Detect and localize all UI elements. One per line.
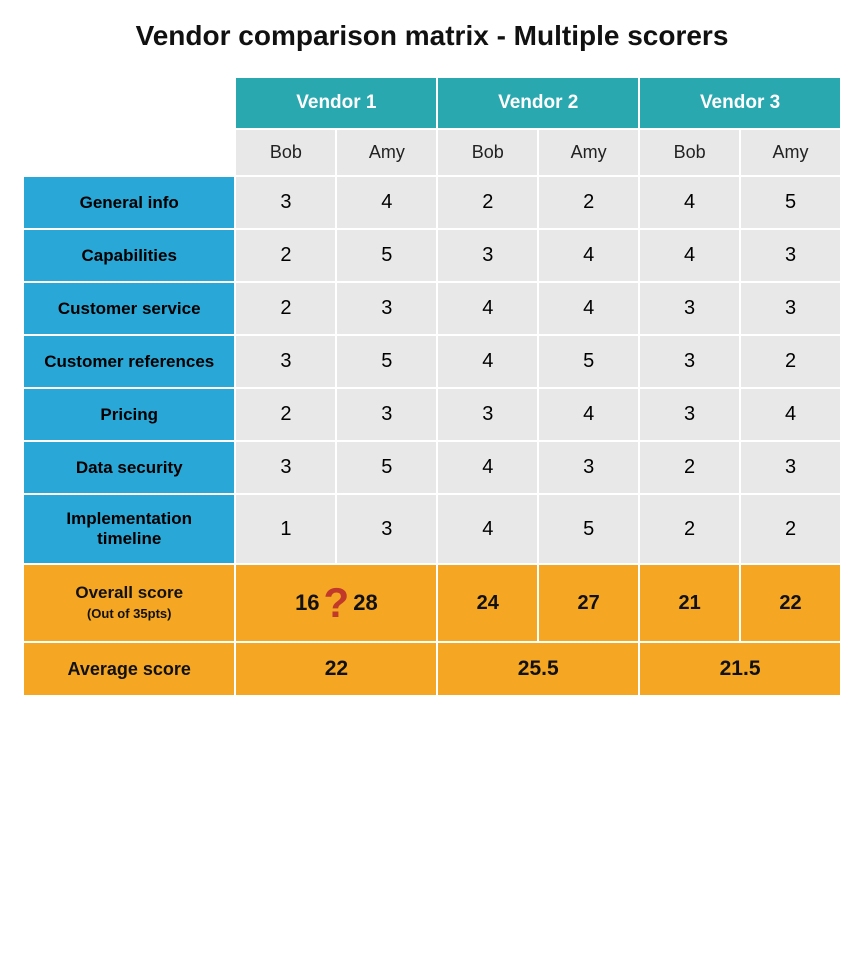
category-label-5: Data security: [23, 441, 235, 494]
empty-scorer: [23, 129, 235, 176]
score-cell-0-2: 2: [437, 176, 538, 229]
score-cell-0-3: 2: [538, 176, 639, 229]
category-label-1: Capabilities: [23, 229, 235, 282]
score-cell-1-2: 3: [437, 229, 538, 282]
overall-v3-1: 22: [740, 564, 841, 642]
score-cell-6-4: 2: [639, 494, 740, 564]
comparison-matrix: Vendor 1 Vendor 2 Vendor 3 Bob Amy Bob A…: [22, 76, 842, 697]
score-cell-5-1: 5: [336, 441, 437, 494]
score-cell-2-2: 4: [437, 282, 538, 335]
score-cell-1-4: 4: [639, 229, 740, 282]
score-cell-0-4: 4: [639, 176, 740, 229]
question-mark-icon: ?: [324, 579, 350, 627]
overall-v1: 16?28: [235, 564, 437, 642]
score-cell-3-5: 2: [740, 335, 841, 388]
category-label-6: Implementation timeline: [23, 494, 235, 564]
score-cell-4-3: 4: [538, 388, 639, 441]
score-cell-3-0: 3: [235, 335, 336, 388]
overall-v2-1: 27: [538, 564, 639, 642]
overall-label: Overall score: [75, 583, 183, 602]
score-cell-1-5: 3: [740, 229, 841, 282]
vendor-header-row: Vendor 1 Vendor 2 Vendor 3: [23, 77, 841, 129]
category-row-2: Customer service234433: [23, 282, 841, 335]
average-vendor-0: 22: [235, 642, 437, 696]
score-cell-6-5: 2: [740, 494, 841, 564]
score-cell-5-2: 4: [437, 441, 538, 494]
score-cell-5-3: 3: [538, 441, 639, 494]
score-cell-5-5: 3: [740, 441, 841, 494]
overall-v1-bob: 16: [295, 590, 319, 616]
category-row-4: Pricing233434: [23, 388, 841, 441]
category-row-6: Implementation timeline134522: [23, 494, 841, 564]
overall-v3-0: 21: [639, 564, 740, 642]
score-cell-2-4: 3: [639, 282, 740, 335]
empty-header: [23, 77, 235, 129]
score-cell-6-0: 1: [235, 494, 336, 564]
average-vendor-1: 25.5: [437, 642, 639, 696]
v3-amy-header: Amy: [740, 129, 841, 176]
score-cell-2-3: 4: [538, 282, 639, 335]
score-cell-5-4: 2: [639, 441, 740, 494]
vendor3-header: Vendor 3: [639, 77, 841, 129]
average-row: Average score2225.521.5: [23, 642, 841, 696]
vendor2-header: Vendor 2: [437, 77, 639, 129]
overall-v2-0: 24: [437, 564, 538, 642]
v3-bob-header: Bob: [639, 129, 740, 176]
category-label-4: Pricing: [23, 388, 235, 441]
score-cell-4-5: 4: [740, 388, 841, 441]
score-cell-3-4: 3: [639, 335, 740, 388]
score-cell-4-0: 2: [235, 388, 336, 441]
score-cell-2-0: 2: [235, 282, 336, 335]
v2-amy-header: Amy: [538, 129, 639, 176]
score-cell-0-5: 5: [740, 176, 841, 229]
v2-bob-header: Bob: [437, 129, 538, 176]
score-cell-1-3: 4: [538, 229, 639, 282]
score-cell-4-4: 3: [639, 388, 740, 441]
page-title: Vendor comparison matrix - Multiple scor…: [20, 20, 844, 52]
v1-bob-header: Bob: [235, 129, 336, 176]
score-cell-0-0: 3: [235, 176, 336, 229]
average-vendor-2: 21.5: [639, 642, 841, 696]
vendor1-header: Vendor 1: [235, 77, 437, 129]
score-cell-3-3: 5: [538, 335, 639, 388]
average-label: Average score: [23, 642, 235, 696]
score-cell-4-1: 3: [336, 388, 437, 441]
category-row-1: Capabilities253443: [23, 229, 841, 282]
score-cell-6-1: 3: [336, 494, 437, 564]
category-row-5: Data security354323: [23, 441, 841, 494]
v1-amy-header: Amy: [336, 129, 437, 176]
score-cell-6-3: 5: [538, 494, 639, 564]
score-cell-5-0: 3: [235, 441, 336, 494]
category-row-3: Customer references354532: [23, 335, 841, 388]
score-cell-0-1: 4: [336, 176, 437, 229]
overall-subtitle: (Out of 35pts): [87, 606, 172, 621]
score-cell-3-2: 4: [437, 335, 538, 388]
category-label-3: Customer references: [23, 335, 235, 388]
score-cell-3-1: 5: [336, 335, 437, 388]
category-row-0: General info342245: [23, 176, 841, 229]
score-cell-1-1: 5: [336, 229, 437, 282]
score-cell-4-2: 3: [437, 388, 538, 441]
score-cell-6-2: 4: [437, 494, 538, 564]
score-cell-1-0: 2: [235, 229, 336, 282]
scorer-header-row: Bob Amy Bob Amy Bob Amy: [23, 129, 841, 176]
overall-v1-amy: 28: [353, 590, 377, 616]
category-label-0: General info: [23, 176, 235, 229]
score-cell-2-1: 3: [336, 282, 437, 335]
score-cell-2-5: 3: [740, 282, 841, 335]
category-label-2: Customer service: [23, 282, 235, 335]
overall-row: Overall score(Out of 35pts)16?2824272122: [23, 564, 841, 642]
